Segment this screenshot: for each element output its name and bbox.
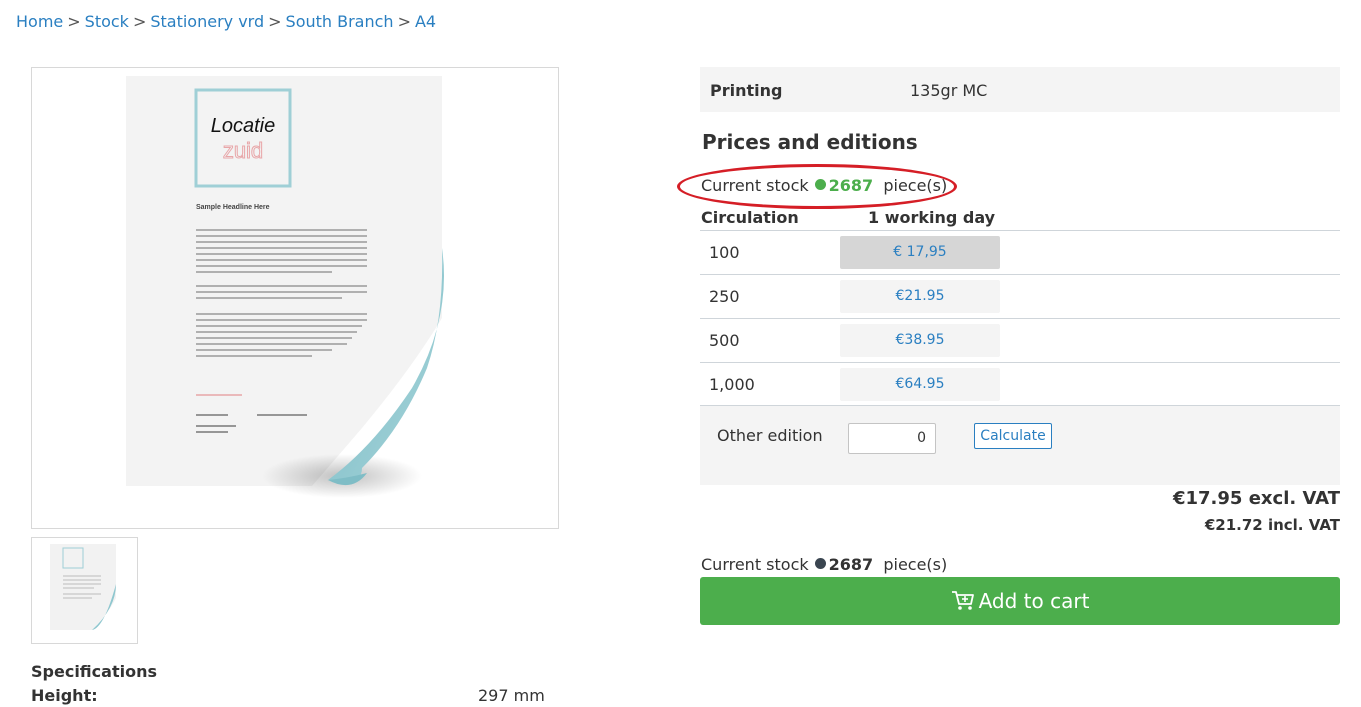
stock-count: 2687 xyxy=(828,555,874,574)
column-delivery: 1 working day xyxy=(868,208,996,227)
logo-text-zuid: zuid xyxy=(223,138,263,163)
breadcrumb-separator: > xyxy=(67,12,81,31)
add-to-cart-label: Add to cart xyxy=(978,589,1090,613)
product-main-image[interactable]: Locatie zuid Sample Headline Here xyxy=(31,67,559,529)
product-thumbnail[interactable] xyxy=(31,537,138,644)
breadcrumb-separator: > xyxy=(132,12,147,31)
price-option-button[interactable]: €64.95 xyxy=(840,368,1000,401)
stock-count: 2687 xyxy=(828,176,874,195)
stock-unit: piece(s) xyxy=(883,176,948,195)
specifications-title: Specifications xyxy=(31,662,157,681)
current-stock-top: Current stock 2687 piece(s) xyxy=(701,176,947,195)
logo-text-locatie: Locatie xyxy=(211,115,276,137)
price-table: 100 € 17,95 250 €21.95 500 €38.95 1,000 … xyxy=(700,230,1340,406)
price-row: 100 € 17,95 xyxy=(700,230,1340,274)
price-row: 1,000 €64.95 xyxy=(700,362,1340,406)
thumbnail-illustration xyxy=(50,544,116,630)
total-incl-vat: €21.72 incl. VAT xyxy=(1204,516,1340,534)
breadcrumb-separator: > xyxy=(268,12,282,31)
price-row-qty: 250 xyxy=(709,287,740,306)
price-row-qty: 1,000 xyxy=(709,375,755,394)
stock-status-dot-icon xyxy=(814,179,826,190)
breadcrumb-separator: > xyxy=(397,12,411,31)
breadcrumb: Home > Stock > Stationery vrd > South Branch > A… xyxy=(16,12,436,31)
other-edition-input[interactable]: 0 xyxy=(848,423,936,454)
calculate-button[interactable]: Calculate xyxy=(974,423,1052,449)
price-option-button[interactable]: €38.95 xyxy=(840,324,1000,357)
price-row-qty: 100 xyxy=(709,243,740,262)
stock-unit: piece(s) xyxy=(883,555,948,574)
stock-label: Current stock xyxy=(701,176,809,195)
cart-icon xyxy=(951,590,974,610)
letter-headline: Sample Headline Here xyxy=(196,204,270,211)
printing-label: Printing xyxy=(710,81,783,100)
spec-height-label: Height: xyxy=(31,686,98,705)
breadcrumb-home[interactable]: Home xyxy=(16,12,63,31)
prices-title: Prices and editions xyxy=(702,130,918,154)
printing-row: Printing 135gr MC xyxy=(700,67,1340,112)
price-option-button[interactable]: € 17,95 xyxy=(840,236,1000,269)
price-option-button[interactable]: €21.95 xyxy=(840,280,1000,313)
stock-label: Current stock xyxy=(701,555,809,574)
stock-status-dot-icon xyxy=(814,558,826,569)
breadcrumb-stock[interactable]: Stock xyxy=(85,12,129,31)
price-row: 500 €38.95 xyxy=(700,318,1340,362)
current-stock-bottom: Current stock 2687 piece(s) xyxy=(701,555,947,574)
breadcrumb-a4[interactable]: A4 xyxy=(415,12,436,31)
price-row-qty: 500 xyxy=(709,331,740,350)
price-row: 250 €21.95 xyxy=(700,274,1340,318)
column-circulation: Circulation xyxy=(701,208,799,227)
breadcrumb-south-branch[interactable]: South Branch xyxy=(286,12,394,31)
printing-value: 135gr MC xyxy=(910,81,988,100)
other-edition-label: Other edition xyxy=(717,426,823,445)
letterhead-illustration: Locatie zuid Sample Headline Here xyxy=(126,76,444,498)
spec-height-value: 297 mm xyxy=(478,686,545,705)
other-edition-box: Other edition 0 Calculate xyxy=(700,405,1340,485)
add-to-cart-button[interactable]: Add to cart xyxy=(700,577,1340,625)
breadcrumb-stationery[interactable]: Stationery vrd xyxy=(150,12,264,31)
total-excl-vat: €17.95 excl. VAT xyxy=(1172,488,1340,509)
